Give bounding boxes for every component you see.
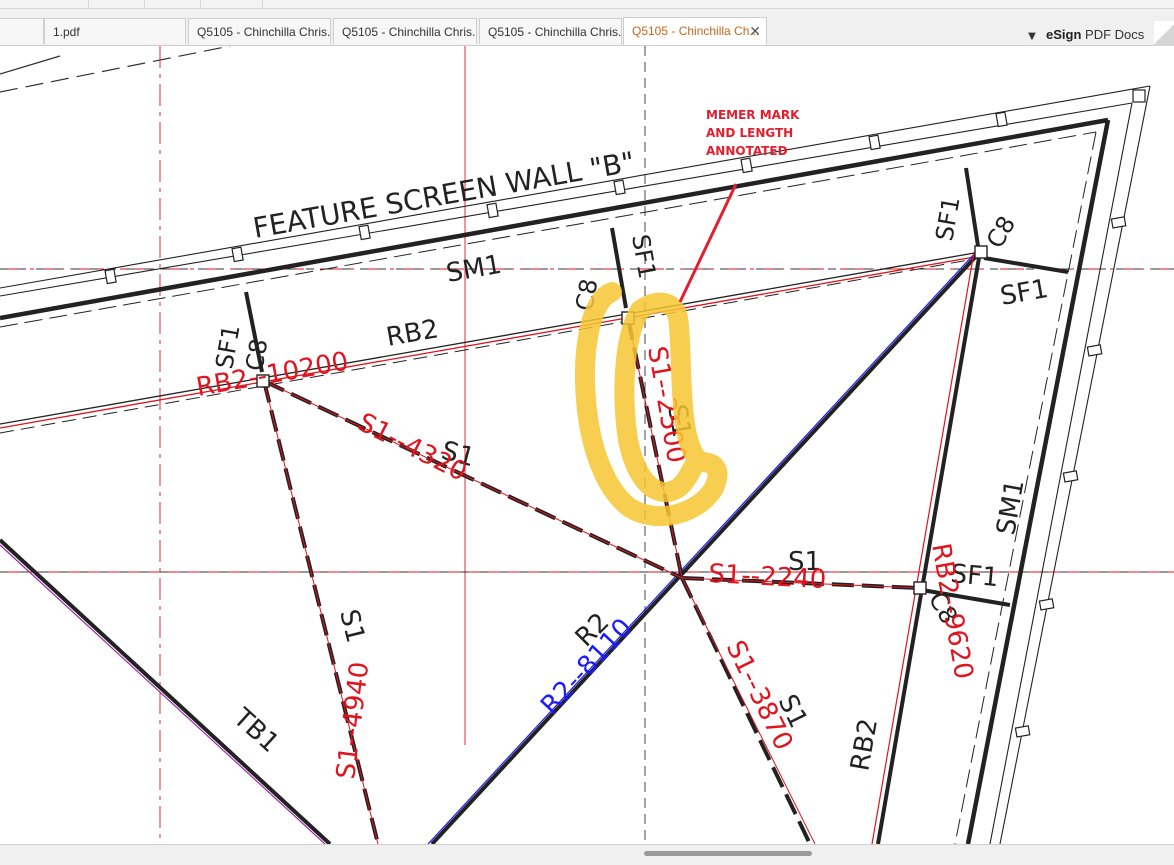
post bbox=[486, 202, 499, 219]
beam-line bbox=[0, 538, 332, 844]
tab-q5105-c[interactable]: Q5105 - Chinchilla Chris... bbox=[479, 18, 622, 44]
annotation-line-3: ANNOTATED bbox=[706, 144, 788, 158]
label-rb2-bottom: RB2 bbox=[845, 716, 884, 773]
annotation-line-1: MEMER MARK bbox=[706, 108, 800, 122]
wall-line bbox=[989, 102, 1133, 844]
tab-list-dropdown-icon[interactable]: ▼ bbox=[1026, 31, 1038, 43]
pdf-viewer[interactable]: FEATURE SCREEN WALL "B" SM1 RB2 SF1 C8 C… bbox=[0, 46, 1174, 844]
label-sm1-right: SM1 bbox=[991, 477, 1030, 537]
tab-label: Q5105 - Chinchilla Chris... bbox=[197, 25, 331, 39]
post bbox=[231, 246, 244, 263]
beam-tb1 bbox=[0, 538, 332, 844]
wall-line bbox=[0, 46, 231, 93]
post bbox=[995, 111, 1008, 128]
post bbox=[1086, 344, 1103, 357]
brand-rest: PDF Docs bbox=[1081, 27, 1145, 42]
post bbox=[1110, 216, 1127, 229]
beam-r2 bbox=[427, 250, 982, 844]
tab-label: Q5105 - Chinchilla Chris... bbox=[488, 25, 622, 39]
tab-q5105-active[interactable]: Q5105 - Chinchilla Ch... ✕ bbox=[623, 17, 767, 45]
label-sf1-right-top: SF1 bbox=[930, 195, 965, 244]
title-strip-segment bbox=[0, 0, 89, 8]
post bbox=[358, 224, 371, 241]
structural-drawing: FEATURE SCREEN WALL "B" SM1 RB2 SF1 C8 C… bbox=[0, 46, 1174, 844]
member-labels: SM1 RB2 SF1 C8 C8 SF1 SF1 C8 SF1 S1 S1 S… bbox=[210, 195, 1050, 774]
connection-node bbox=[913, 581, 927, 595]
post bbox=[1038, 598, 1055, 611]
tab-label: Q5105 - Chinchilla Chris... bbox=[342, 25, 477, 39]
label-s1-2240: S1--2240 bbox=[708, 559, 827, 595]
title-strip bbox=[0, 0, 1174, 9]
page-curl-icon bbox=[1154, 21, 1174, 47]
beam-line bbox=[430, 250, 982, 844]
annotation-leader bbox=[678, 183, 738, 303]
post bbox=[868, 134, 881, 151]
annotation-note[interactable]: MEMER MARK AND LENGTH ANNOTATED bbox=[706, 108, 800, 158]
label-sf1-right2: SF1 bbox=[998, 274, 1050, 312]
annotation-line-2: AND LENGTH bbox=[706, 126, 793, 140]
tab-q5105-a[interactable]: Q5105 - Chinchilla Chris... bbox=[188, 18, 331, 44]
horizontal-scrollbar-thumb[interactable] bbox=[644, 851, 812, 856]
label-tb1: TB1 bbox=[227, 702, 285, 759]
connection-node bbox=[974, 245, 988, 259]
beam-line bbox=[871, 251, 975, 844]
title-strip-segment bbox=[88, 0, 145, 8]
brand-bold: eSign bbox=[1046, 27, 1082, 42]
post bbox=[104, 268, 117, 285]
post bbox=[1132, 89, 1146, 103]
label-rb2-top: RB2 bbox=[384, 314, 441, 353]
tab-bar: 1.pdf Q5105 - Chinchilla Chris... Q5105 … bbox=[0, 9, 1174, 47]
tab-label: Q5105 - Chinchilla Ch... bbox=[632, 24, 760, 38]
title-strip-segment bbox=[144, 0, 201, 8]
bottom-scroll-area bbox=[0, 844, 1174, 865]
tab-q5105-b[interactable]: Q5105 - Chinchilla Chris... bbox=[333, 18, 477, 44]
label-s1-lower-left: S1 bbox=[333, 606, 370, 645]
post bbox=[740, 157, 753, 174]
stub bbox=[983, 256, 1069, 274]
top-left-lines bbox=[0, 46, 231, 93]
wall-right bbox=[954, 85, 1151, 844]
wall-title: FEATURE SCREEN WALL "B" bbox=[250, 145, 637, 245]
beam-line bbox=[0, 544, 326, 844]
stub bbox=[964, 167, 980, 247]
tab-hidden-left[interactable] bbox=[0, 18, 44, 44]
post bbox=[1062, 470, 1079, 483]
tab-label: 1.pdf bbox=[53, 25, 80, 39]
beam-line bbox=[0, 255, 981, 429]
tab-1-pdf[interactable]: 1.pdf bbox=[44, 18, 186, 44]
close-icon[interactable]: ✕ bbox=[749, 18, 761, 44]
label-sf1-mid: SF1 bbox=[626, 232, 661, 281]
title-strip-segment bbox=[200, 0, 263, 8]
wall-line bbox=[0, 55, 61, 75]
label-sm1-top: SM1 bbox=[444, 250, 504, 289]
post bbox=[613, 179, 626, 196]
post bbox=[1014, 725, 1031, 738]
